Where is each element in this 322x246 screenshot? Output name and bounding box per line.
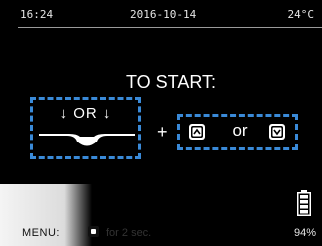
start-instruction-title: TO START:: [125, 72, 217, 92]
button-or-label: or: [232, 121, 248, 140]
plus-sign: +: [157, 122, 168, 142]
down-arrow-icon: ↓: [59, 105, 69, 122]
pedal-option-box: ↓ OR ↓: [30, 97, 141, 159]
down-arrow-icon: ↓: [102, 105, 112, 122]
battery-percentage: 94%: [293, 227, 316, 239]
device-screen: 16:24 2016-10-14 24°C TO START: ↓ OR ↓ +…: [0, 0, 322, 246]
pedal-direction-row: ↓ OR ↓: [33, 105, 138, 122]
menu-hold-duration: for 2 sec.: [106, 227, 152, 239]
up-button-icon: [189, 124, 205, 140]
menu-label: MENU:: [22, 227, 60, 239]
status-bar: 16:24 2016-10-14 24°C: [0, 0, 322, 24]
down-button-icon: [269, 124, 285, 140]
current-date: 2016-10-14: [130, 8, 197, 21]
button-option-box: or: [177, 114, 298, 150]
handlebar-icon: [39, 134, 135, 146]
status-divider: [18, 27, 322, 28]
footer-bar: MENU: for 2 sec. 94%: [0, 224, 322, 244]
battery-icon: [297, 190, 311, 216]
menu-button-icon: [88, 226, 99, 237]
pedal-or-label: OR: [73, 105, 98, 122]
temperature-readout: 24°C: [287, 8, 315, 21]
clock-time: 16:24: [20, 8, 54, 21]
